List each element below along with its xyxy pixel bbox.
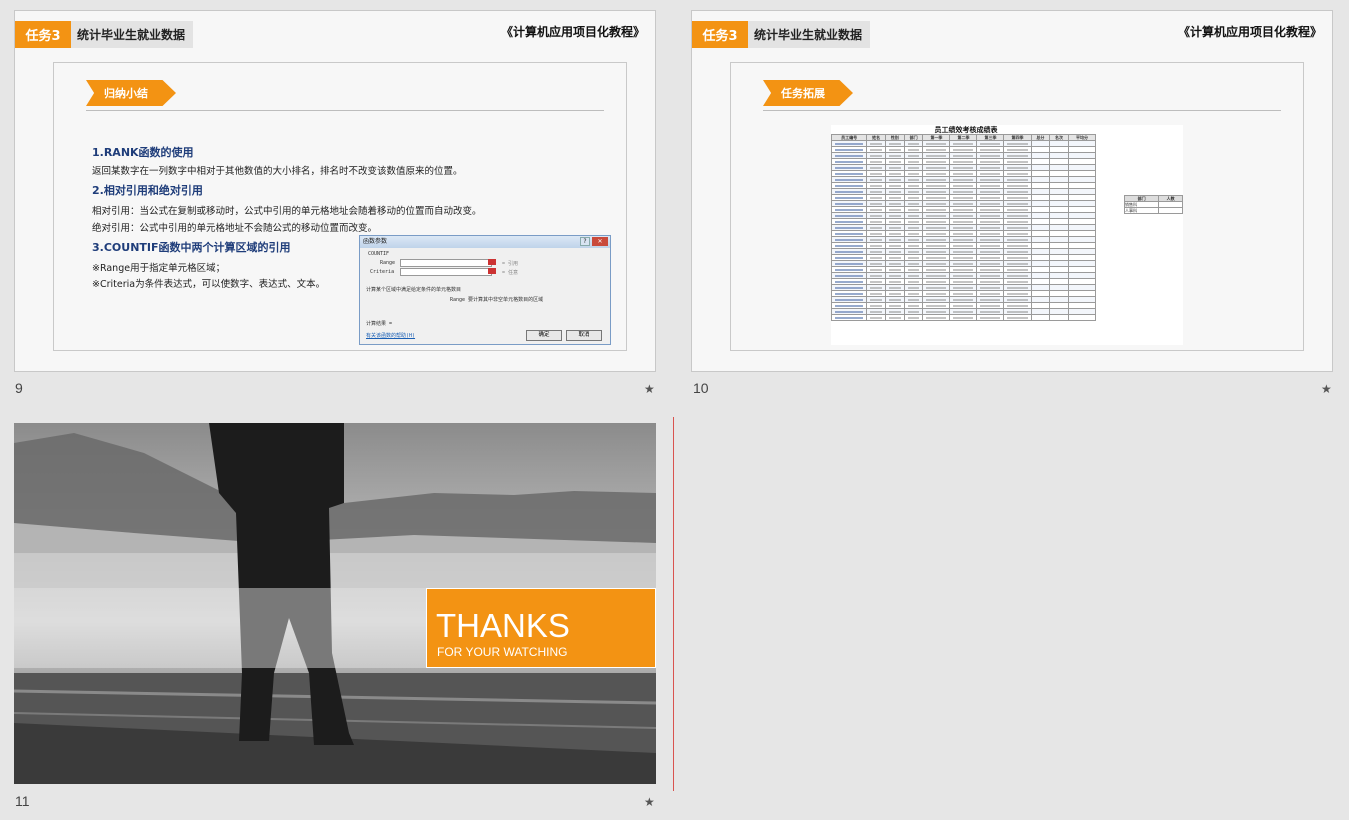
range-picker-icon[interactable] [488,259,496,265]
range-hint: = 引用 [502,261,519,267]
dialog-func-name: COUNTIF [368,251,390,257]
function-arguments-dialog: 函数参数 ✕ ? COUNTIF Range = 引用 Criteria = 任… [359,235,611,345]
heading-rank: 1.RANK函数的使用 [92,146,194,159]
spreadsheet-image: 员工绩效考核成绩表 员工编号 姓名 性别 部门 第一季 第二季 第三季 第四季 总分 名次 平均分 … [830,125,1183,345]
section-label-arrow: 任务拓展 [763,80,853,106]
divider [763,110,1281,111]
cancel-button[interactable]: 取消 [566,330,602,341]
dialog-description: 计算某个区域中满足给定条件的单元格数目 [366,287,462,293]
book-title: 《计算机应用项目化教程》 [1177,25,1322,39]
ok-button[interactable]: 确定 [526,330,562,341]
help-icon: ? [580,237,590,246]
slide-thumbnail-10[interactable]: 任务3 统计毕业生就业数据 《计算机应用项目化教程》 任务拓展 员工绩效考核成绩… [691,10,1333,372]
content-panel: 任务拓展 员工绩效考核成绩表 员工编号 姓名 性别 部门 第一季 第二季 第三季 第四季 总分名… [730,62,1304,351]
text-rank-desc: 返回某数字在一列数字中相对于其他数值的大小排名，排名时不改变该数值原来的位置。 [92,166,463,177]
slide-number-10: 10 [693,380,709,396]
star-icon[interactable]: ★ [644,382,655,396]
task-title: 统计毕业生就业数据 [748,21,870,48]
thanks-subtitle: FOR YOUR WATCHING [437,645,568,659]
slide-thumbnail-11[interactable]: THANKS FOR YOUR WATCHING [14,423,656,784]
heading-reference: 2.相对引用和绝对引用 [92,184,203,197]
slide-number-11: 11 [15,793,30,809]
thanks-title: THANKS [436,607,570,644]
side-table: 部门 人数 销售科 人事科 [1123,195,1183,214]
range-input[interactable] [400,259,492,267]
heading-countif: 3.COUNTIF函数中两个计算区域的引用 [92,241,291,254]
star-icon[interactable]: ★ [644,795,655,809]
criteria-picker-icon[interactable] [488,268,496,274]
task-tag-bar: 任务3 统计毕业生就业数据 [15,21,193,48]
task-title: 统计毕业生就业数据 [71,21,193,48]
task-tag: 任务3 [692,21,748,48]
book-title: 《计算机应用项目化教程》 [500,25,645,39]
dialog-range-description: Range 要计算其中非空单元格数目的区域 [450,297,544,303]
star-icon[interactable]: ★ [1321,382,1332,396]
criteria-input[interactable] [400,268,492,276]
range-label: Range [380,260,396,266]
criteria-hint: = 任意 [502,270,519,276]
slide-number-9: 9 [15,380,23,396]
dialog-title: 函数参数 ✕ ? [360,236,610,248]
section-label-arrow: 归纳小结 [86,80,176,106]
task-tag: 任务3 [15,21,71,48]
text-range: ※Range用于指定单元格区域； [92,263,226,274]
slide-thumbnail-9[interactable]: 任务3 统计毕业生就业数据 《计算机应用项目化教程》 归纳小结 1.RANK函数… [14,10,656,372]
text-relative: 相对引用：当公式在复制或移动时，公式中引用的单元格地址会随着移动的位置而自动改变… [92,206,482,217]
task-tag-bar: 任务3 统计毕业生就业数据 [692,21,870,48]
thanks-box: THANKS FOR YOUR WATCHING [426,588,656,668]
dialog-help-link[interactable]: 有关该函数的帮助(H) [366,332,415,339]
close-icon: ✕ [592,237,608,246]
divider [86,110,604,111]
insertion-marker [673,417,674,791]
criteria-label: Criteria [370,269,395,275]
side-row-hr: 人事科 [1123,207,1160,214]
text-criteria: ※Criteria为条件表达式，可以使数字、表达式、文本。 [92,279,326,290]
dialog-result: 计算结果 = [366,321,393,327]
dialog-title-text: 函数参数 [363,238,388,245]
text-absolute: 绝对引用：公式中引用的单元格地址不会随公式的移动位置而改变。 [92,223,378,234]
sheet-row [830,314,1097,321]
translucent-band [14,588,426,668]
sheet-table: 员工编号 姓名 性别 部门 第一季 第二季 第三季 第四季 总分 名次 平均分 [830,134,1097,321]
